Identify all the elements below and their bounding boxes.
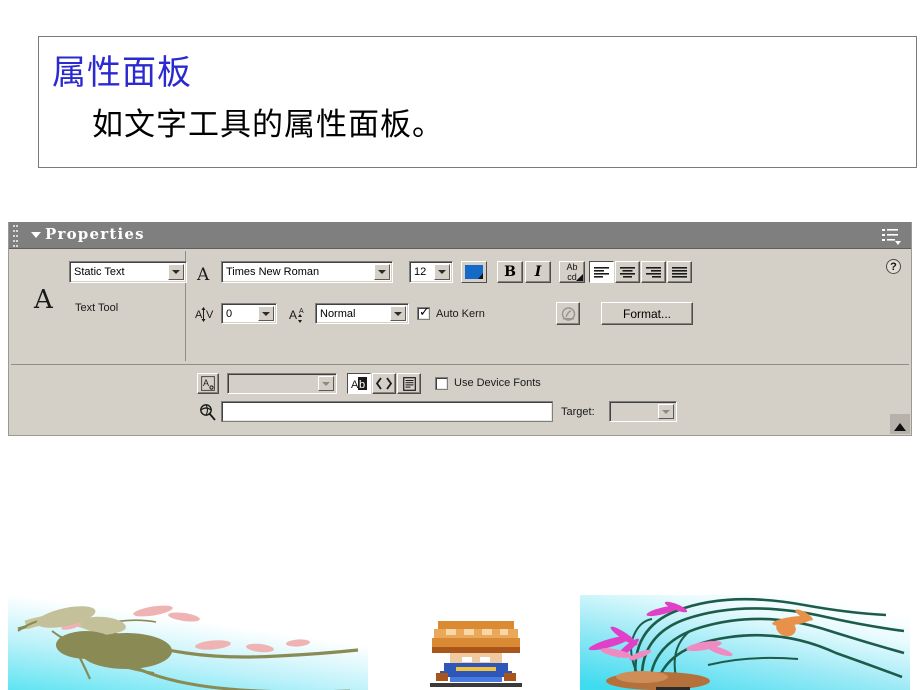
use-device-fonts-checkbox[interactable] <box>435 377 448 390</box>
font-family-dropdown[interactable]: Times New Roman <box>221 261 393 283</box>
auto-kern-label: Auto Kern <box>436 308 485 320</box>
align-justify-button[interactable] <box>667 261 692 283</box>
sprite-shadow <box>430 683 522 687</box>
tracking-dropdown-arrow[interactable] <box>258 306 274 321</box>
sprite-body <box>436 663 516 682</box>
text-color-fill <box>465 265 483 279</box>
align-right-button[interactable] <box>641 261 666 283</box>
text-direction-button[interactable]: Ab cd <box>559 261 585 283</box>
target-label: Target: <box>561 406 595 418</box>
selectable-text-ab-icon: A b <box>351 377 367 390</box>
svg-text:A: A <box>203 378 209 388</box>
align-left-icon <box>594 266 609 278</box>
symbol-type-value: Static Text <box>74 266 125 278</box>
font-face-icon: A <box>197 265 210 285</box>
font-size-dropdown-arrow[interactable] <box>434 264 450 280</box>
align-center-icon <box>620 266 635 278</box>
panel-titlebar[interactable]: Properties <box>9 222 911 252</box>
target-dropdown[interactable] <box>609 401 677 422</box>
svg-text:b: b <box>359 379 365 390</box>
align-center-button[interactable] <box>615 261 640 283</box>
italic-button[interactable]: I <box>525 261 551 283</box>
url-link-input[interactable] <box>221 401 553 422</box>
variable-name-dropdown-arrow[interactable] <box>318 376 334 391</box>
text-border-icon <box>402 376 416 391</box>
tracking-value: 0 <box>226 307 233 320</box>
character-position-dropdown[interactable]: Normal <box>315 303 409 324</box>
angle-brackets-icon <box>376 377 392 390</box>
svg-text:A: A <box>351 379 359 390</box>
panel-grip-handle[interactable] <box>13 225 19 252</box>
direction-corner-arrow <box>576 274 583 281</box>
tracking-icon: A V <box>195 305 217 328</box>
font-size-value: 12 <box>414 266 427 278</box>
properties-panel: Properties A Static Text Text Tool A Tim… <box>8 222 912 436</box>
text-color-dropdown-arrow[interactable] <box>478 273 483 279</box>
symbol-type-dropdown-arrow[interactable] <box>168 264 184 280</box>
tracking-stepper[interactable]: 0 <box>221 303 277 324</box>
slide-root: 属性面板 如文字工具的属性面板。 Properties A Static Tex… <box>0 0 920 690</box>
auto-kern-checkbox[interactable]: ✓ <box>417 305 430 320</box>
decoration-orchid-grass <box>580 595 910 690</box>
svg-text:A: A <box>289 308 297 322</box>
panel-body: A Static Text Text Tool A Times New Roma… <box>9 249 911 435</box>
expand-panel-button[interactable] <box>890 414 910 434</box>
text-direction-label-top: Ab <box>566 261 578 272</box>
use-device-fonts-label: Use Device Fonts <box>454 377 541 389</box>
selectable-text-button[interactable] <box>556 302 580 325</box>
collapse-triangle-icon[interactable] <box>31 232 41 238</box>
sprite-hat <box>432 621 520 653</box>
bold-button[interactable]: B <box>497 261 523 283</box>
variable-name-button[interactable]: A <box>197 373 219 394</box>
decoration-plum-blossom <box>8 595 368 690</box>
format-button[interactable]: Format... <box>601 302 693 325</box>
selectable-toggle-button[interactable]: A b <box>347 373 371 394</box>
font-family-value: Times New Roman <box>226 266 320 278</box>
character-position-dropdown-arrow[interactable] <box>390 306 406 321</box>
svg-text:V: V <box>206 309 214 321</box>
font-family-dropdown-arrow[interactable] <box>374 264 390 280</box>
page-subtitle: 如文字工具的属性面板。 <box>92 107 444 143</box>
panel-options-icon[interactable] <box>881 227 901 245</box>
expand-triangle-icon <box>894 423 906 431</box>
panel-title-label: Properties <box>45 225 145 243</box>
align-right-icon <box>646 266 661 278</box>
text-tool-icon: A <box>34 285 53 315</box>
symbol-type-dropdown[interactable]: Static Text <box>69 261 187 283</box>
variable-name-dropdown[interactable] <box>227 373 337 394</box>
svg-text:A: A <box>299 308 304 315</box>
text-variable-icon: A <box>201 376 215 391</box>
slide-title-box: 属性面板 如文字工具的属性面板。 <box>38 36 917 168</box>
section-divider-horizontal <box>11 364 909 365</box>
character-position-icon: A A <box>289 305 309 328</box>
tool-name-label: Text Tool <box>75 302 119 314</box>
character-position-value: Normal <box>320 307 356 320</box>
target-dropdown-arrow[interactable] <box>658 404 674 419</box>
link-icon <box>198 403 216 426</box>
show-border-button[interactable] <box>397 373 421 394</box>
page-title: 属性面板 <box>52 53 192 93</box>
decoration-pixel-sprite <box>410 605 560 690</box>
text-color-swatch[interactable] <box>461 261 487 283</box>
align-justify-icon <box>672 266 687 278</box>
auto-kern-check-glyph: ✓ <box>419 305 430 320</box>
align-left-button[interactable] <box>589 261 614 283</box>
anchor-icon <box>561 306 575 321</box>
render-html-button[interactable] <box>372 373 396 394</box>
font-size-dropdown[interactable]: 12 <box>409 261 453 283</box>
help-button[interactable]: ? <box>886 259 901 274</box>
